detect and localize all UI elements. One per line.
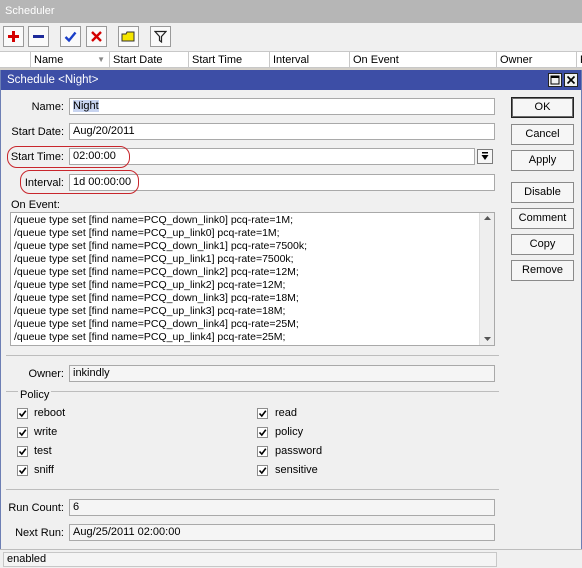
sensitive-checkbox[interactable] (257, 465, 268, 476)
scheduler-toolbar (0, 23, 582, 51)
column-header-interval[interactable]: Interval (269, 52, 349, 68)
on-event-line: /queue type set [find name=PCQ_down_link… (14, 292, 299, 304)
owner-field: inkindly (69, 365, 495, 382)
on-event-label: On Event: (11, 199, 60, 211)
run-count-label: Run Count: (8, 502, 64, 514)
next-run-label: Next Run: (15, 527, 64, 539)
interval-highlight-oval (20, 170, 139, 194)
copy-button[interactable]: Copy (511, 234, 574, 255)
maximize-icon (550, 75, 560, 85)
scrollbar-arrows-icon (484, 216, 491, 341)
ok-button[interactable]: OK (511, 97, 574, 118)
status-bar: enabled (0, 549, 582, 568)
sensitive-label: sensitive (275, 464, 318, 476)
write-checkbox[interactable] (17, 427, 28, 438)
status-text: enabled (3, 552, 497, 567)
separator (6, 355, 499, 356)
close-icon (566, 75, 576, 85)
checkmark-icon (258, 448, 267, 456)
next-run-field: Aug/25/2011 02:00:00 (69, 524, 495, 541)
checkmark-icon (258, 467, 267, 475)
column-header-start-time[interactable]: Start Time (188, 52, 269, 68)
filter-icon (154, 30, 167, 43)
checkmark-icon (18, 467, 27, 475)
folder-note-icon (121, 31, 135, 42)
maximize-button[interactable] (548, 73, 562, 87)
test-label: test (34, 445, 52, 457)
column-header-start-date[interactable]: Start Date (109, 52, 188, 68)
cancel-button[interactable]: Cancel (511, 124, 574, 145)
password-label: password (275, 445, 323, 457)
filter-button[interactable] (150, 26, 171, 47)
dialog-title: Schedule <Night> (1, 70, 581, 90)
password-checkbox[interactable] (257, 446, 268, 457)
remove-button[interactable]: Remove (511, 260, 574, 281)
start-date-field[interactable]: Aug/20/2011 (69, 123, 495, 140)
disable-button[interactable]: Disable (511, 182, 574, 203)
reboot-checkbox[interactable] (17, 408, 28, 419)
on-event-line: /queue type set [find name=PCQ_down_link… (14, 266, 299, 278)
disable-button[interactable] (86, 26, 107, 47)
on-event-line: /queue type set [find name=PCQ_down_link… (14, 240, 308, 252)
owner-label: Owner: (28, 368, 64, 380)
policy-checkbox[interactable] (257, 427, 268, 438)
sniff-checkbox[interactable] (17, 465, 28, 476)
column-header-owner[interactable]: Owner (496, 52, 576, 68)
plus-icon (8, 31, 19, 42)
separator (6, 489, 499, 490)
x-icon (91, 31, 102, 42)
checkmark-icon (18, 448, 27, 456)
policy-label: policy (275, 426, 304, 438)
read-checkbox[interactable] (257, 408, 268, 419)
column-header-spacer (0, 52, 30, 68)
checkmark-icon (258, 429, 267, 437)
reboot-label: reboot (34, 407, 66, 419)
policy-group-title: Policy (18, 389, 52, 401)
start-date-label: Start Date: (11, 126, 64, 138)
on-event-lines: /queue type set [find name=PCQ_down_link… (11, 214, 479, 344)
checkmark-icon (18, 429, 27, 437)
add-button[interactable] (3, 26, 24, 47)
name-label: Name: (31, 101, 64, 113)
test-checkbox[interactable] (17, 446, 28, 457)
scheduler-window-title: Scheduler (0, 0, 582, 23)
on-event-scrollbar[interactable] (479, 213, 494, 345)
enable-button[interactable] (60, 26, 81, 47)
close-button[interactable] (564, 73, 578, 87)
minus-icon (33, 35, 44, 38)
column-header-on-event[interactable]: On Event (349, 52, 496, 68)
sort-arrow-icon: ▼ (97, 55, 105, 64)
on-event-line: /queue type set [find name=PCQ_up_link0]… (14, 227, 280, 239)
comment-button[interactable]: Comment (511, 208, 574, 229)
on-event-line: /queue type set [find name=PCQ_up_link1]… (14, 253, 294, 265)
checkmark-icon (18, 410, 27, 418)
sniff-label: sniff (34, 464, 54, 476)
comment-button[interactable] (118, 26, 139, 47)
separator (6, 391, 499, 392)
on-event-textarea[interactable]: /queue type set [find name=PCQ_down_link… (10, 212, 495, 346)
name-value: Night (73, 100, 99, 112)
remove-button[interactable] (28, 26, 49, 47)
on-event-line: /queue type set [find name=PCQ_up_link2]… (14, 279, 286, 291)
column-header-name[interactable]: Name ▼ (30, 52, 109, 68)
column-header-run-count[interactable]: R (576, 52, 582, 68)
start-time-highlight-oval (7, 146, 130, 168)
read-label: read (275, 407, 298, 419)
check-icon (64, 31, 77, 43)
dropdown-arrow-icon (481, 152, 489, 160)
on-event-line: /queue type set [find name=PCQ_down_link… (14, 318, 299, 330)
start-time-dropdown-button[interactable] (477, 149, 493, 164)
run-count-field: 6 (69, 499, 495, 516)
checkmark-icon (258, 410, 267, 418)
apply-button[interactable]: Apply (511, 150, 574, 171)
write-label: write (34, 426, 58, 438)
name-field[interactable]: Night (69, 98, 495, 115)
on-event-line: /queue type set [find name=PCQ_down_link… (14, 214, 293, 226)
on-event-line: /queue type set [find name=PCQ_up_link3]… (14, 305, 286, 317)
on-event-line: /queue type set [find name=PCQ_up_link4]… (14, 331, 286, 343)
scheduler-table-header: Name ▼ Start Date Start Time Interval On … (0, 51, 582, 68)
